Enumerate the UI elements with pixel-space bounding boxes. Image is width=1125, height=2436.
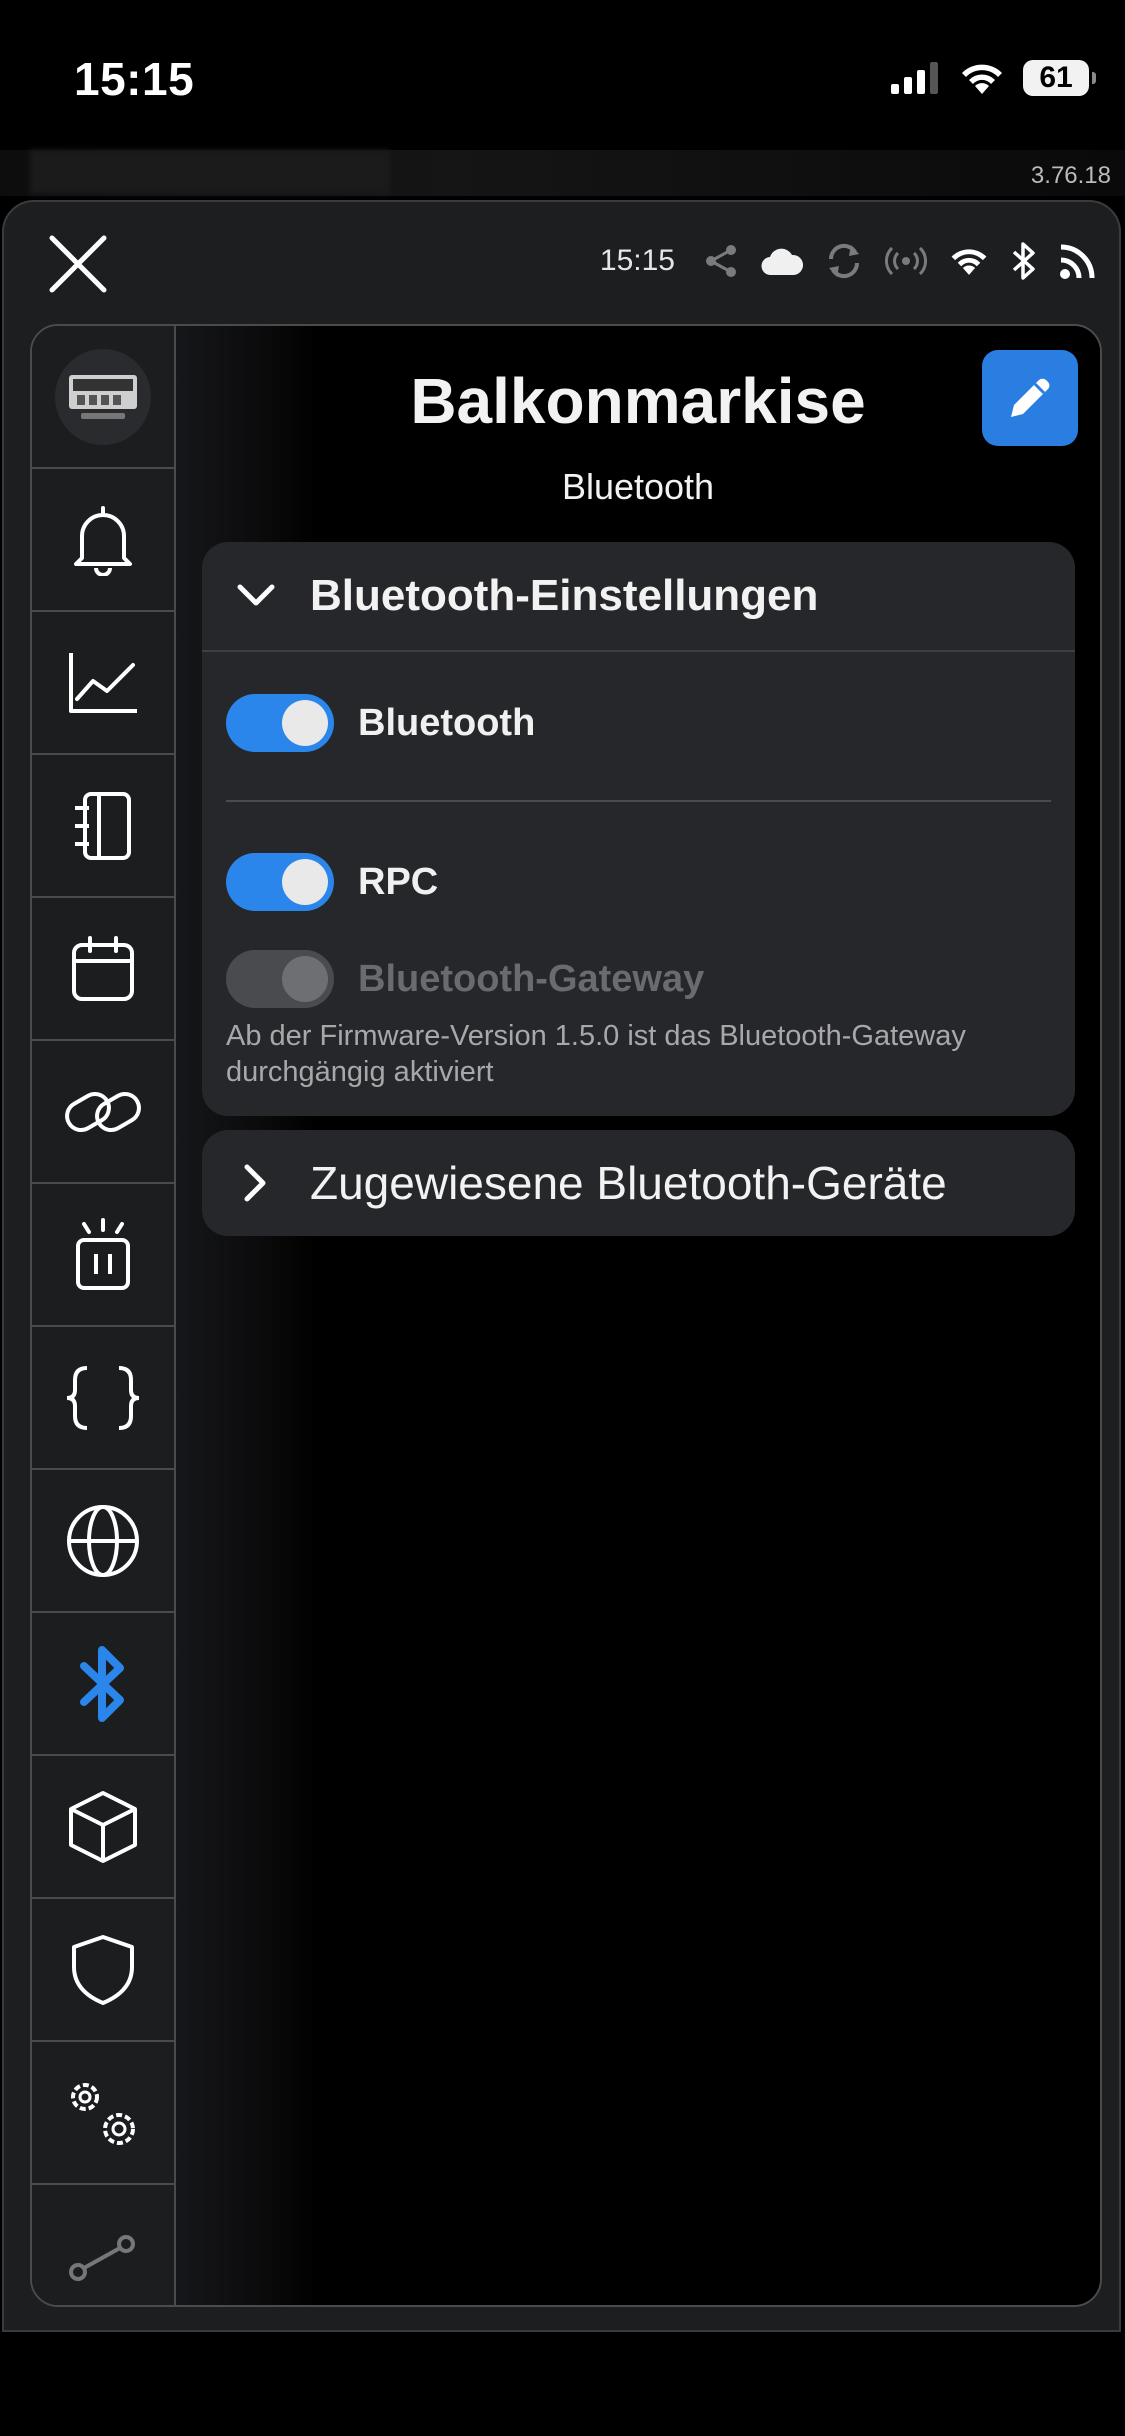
share-icon[interactable] (703, 243, 739, 279)
sidebar-item-scripts[interactable] (32, 1327, 174, 1470)
chevron-right-icon (244, 1164, 266, 1202)
close-icon (49, 235, 107, 293)
bluetooth-toggle[interactable] (226, 694, 334, 752)
bluetooth-icon[interactable] (1011, 242, 1037, 280)
pencil-icon (1011, 378, 1050, 417)
code-braces-icon (66, 1365, 140, 1430)
sidebar-item-settings[interactable] (32, 2042, 174, 2185)
calendar-icon (72, 935, 134, 1001)
gateway-label: Bluetooth-Gateway (358, 957, 705, 1000)
shield-icon (72, 1934, 134, 2005)
bluetooth-settings-title: Bluetooth-Einstellungen (310, 571, 819, 620)
device-avatar (55, 348, 151, 445)
cellular-signal-icon (891, 62, 938, 94)
edit-button[interactable] (982, 350, 1078, 446)
bluetooth-row: Bluetooth (226, 694, 535, 752)
alarm-icon (76, 1217, 130, 1290)
page-subtitle: Bluetooth (561, 466, 715, 507)
status-indicators: 61 (891, 60, 1096, 96)
sidebar-item-components[interactable] (32, 1756, 174, 1899)
main-content: Balkonmarkise Bluetooth Bluetooth-Einste… (176, 326, 1100, 2305)
gears-icon (71, 2082, 135, 2145)
rpc-toggle[interactable] (226, 853, 334, 911)
gateway-note: Ab der Firmware-Version 1.5.0 ist das Bl… (226, 1020, 966, 1088)
bell-icon (74, 505, 132, 576)
sidebar-item-network[interactable] (32, 1470, 174, 1613)
broadcast-icon[interactable] (885, 246, 927, 276)
gateway-toggle (226, 950, 334, 1008)
device-panel: Balkonmarkise Bluetooth Bluetooth-Einste… (30, 324, 1102, 2307)
cube-icon (69, 1790, 137, 1863)
notebook-icon (75, 791, 131, 860)
link-icon (65, 1091, 141, 1132)
assigned-devices-title: Zugewiesene Bluetooth-Geräte (310, 1157, 947, 1209)
globe-icon (67, 1504, 139, 1577)
bluetooth-settings-header[interactable]: Bluetooth-Einstellungen (202, 542, 1075, 652)
ios-status-bar: 15:15 61 (0, 0, 1125, 150)
rss-icon[interactable] (1059, 242, 1097, 280)
sidebar-item-alarms[interactable] (32, 1184, 174, 1327)
chevron-down-icon (237, 584, 275, 606)
chart-line-icon (69, 652, 137, 713)
sidebar-item-notifications[interactable] (32, 469, 174, 612)
close-button[interactable] (44, 230, 112, 298)
bluetooth-label: Bluetooth (358, 701, 536, 744)
sidebar-item-bluetooth[interactable] (32, 1613, 174, 1756)
page-title: Balkonmarkise (410, 365, 866, 437)
sidebar-item-security[interactable] (32, 1899, 174, 2042)
blurred-background-content (30, 150, 390, 194)
sidebar-item-schedules[interactable] (32, 898, 174, 1041)
cloud-icon[interactable] (761, 245, 803, 277)
app-version: 3.76.18 (1030, 162, 1111, 189)
bluetooth-icon (80, 1645, 124, 1722)
sidebar-item-actions[interactable] (32, 1041, 174, 1184)
sidebar (32, 326, 176, 2305)
wifi-status-icon (962, 64, 1002, 94)
device-settings-modal: 15:15 Balkonmarkise Bluetooth Bluetooth-… (2, 200, 1121, 2332)
rpc-row: RPC (226, 853, 438, 911)
rpc-label: RPC (358, 860, 439, 903)
device-status-icons: 15:15 (600, 242, 1097, 280)
wifi-icon[interactable] (949, 246, 989, 276)
sidebar-item-statistics[interactable] (32, 612, 174, 755)
divider (226, 800, 1051, 802)
device-time: 15:15 (599, 244, 675, 277)
status-time: 15:15 (74, 53, 195, 105)
bottom-area (0, 2332, 1125, 2436)
bluetooth-settings-card: Bluetooth-Einstellungen Bluetooth RPC Bl… (202, 542, 1075, 1116)
sidebar-item-logs[interactable] (32, 755, 174, 898)
graph-icon (69, 2234, 135, 2281)
sidebar-item-device[interactable] (32, 326, 174, 469)
gateway-row: Bluetooth-Gateway (226, 950, 704, 1008)
assigned-devices-card[interactable]: Zugewiesene Bluetooth-Geräte (202, 1130, 1075, 1236)
sync-icon[interactable] (825, 242, 863, 280)
sidebar-item-groups[interactable] (32, 2185, 174, 2305)
battery-indicator: 61 (1023, 60, 1096, 96)
